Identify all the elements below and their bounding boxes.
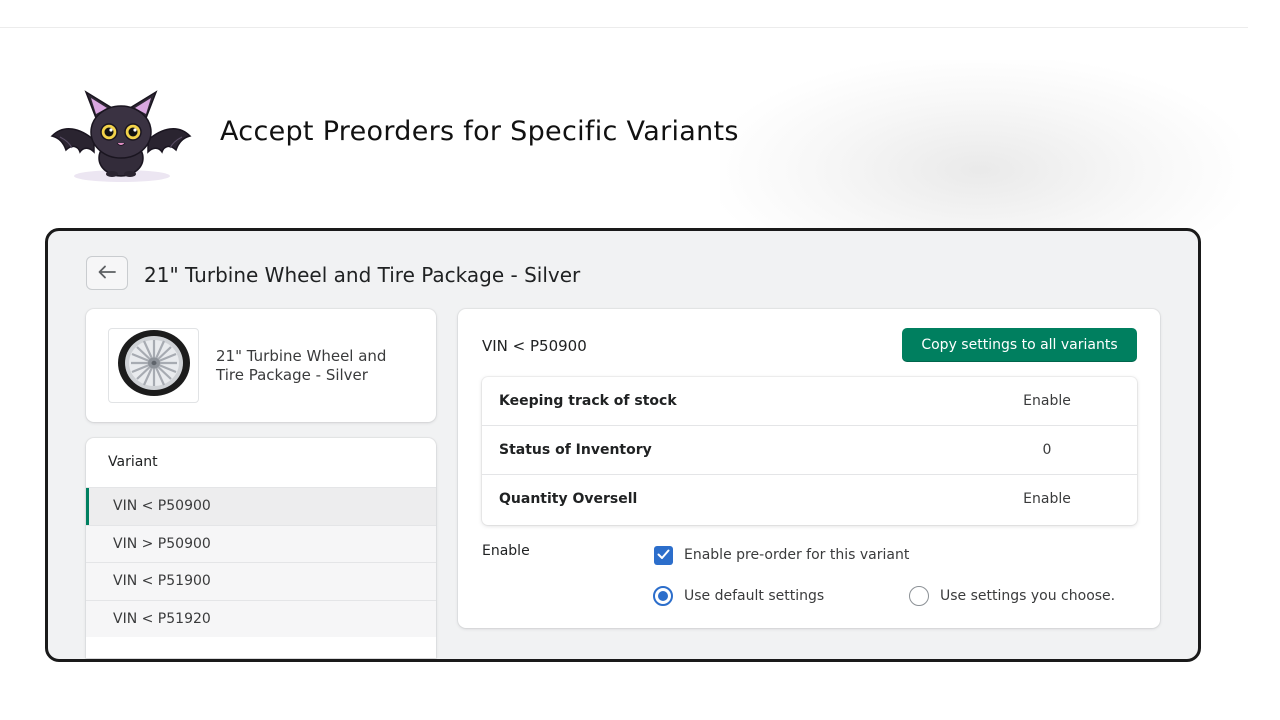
- info-key: Quantity Oversell: [499, 491, 638, 507]
- default-settings-radio[interactable]: [653, 586, 673, 606]
- info-row: Status of Inventory 0: [482, 426, 1137, 475]
- product-thumbnail: [108, 328, 199, 403]
- checkmark-icon: [657, 547, 670, 565]
- info-value: Enable: [1023, 491, 1071, 507]
- inventory-info-table: Keeping track of stock Enable Status of …: [482, 377, 1137, 525]
- top-divider: [0, 27, 1248, 28]
- back-button[interactable]: [86, 256, 128, 290]
- page-title: 21" Turbine Wheel and Tire Package - Sil…: [144, 263, 581, 287]
- custom-settings-radio[interactable]: [909, 586, 929, 606]
- bat-mascot-icon: [50, 88, 192, 188]
- variant-list: VIN < P50900 VIN > P50900 VIN < P51900 V…: [86, 487, 436, 637]
- preorder-checkbox-label[interactable]: Enable pre-order for this variant: [684, 547, 909, 563]
- info-key: Keeping track of stock: [499, 393, 677, 409]
- variant-item[interactable]: VIN < P51900: [86, 562, 436, 600]
- default-settings-label[interactable]: Use default settings: [684, 588, 824, 604]
- variant-item[interactable]: VIN < P50900: [86, 487, 436, 525]
- wheel-icon: [116, 329, 192, 402]
- arrow-left-icon: [98, 265, 116, 282]
- product-card: 21" Turbine Wheel and Tire Package - Sil…: [86, 309, 436, 422]
- info-row: Keeping track of stock Enable: [482, 377, 1137, 426]
- info-row: Quantity Oversell Enable: [482, 475, 1137, 524]
- selected-variant-label: VIN < P50900: [482, 337, 587, 355]
- variant-item[interactable]: VIN < P51920: [86, 599, 436, 637]
- info-value: Enable: [1023, 393, 1071, 409]
- page-headline: Accept Preorders for Specific Variants: [220, 116, 739, 147]
- info-value: 0: [1042, 442, 1052, 458]
- variant-settings-card: VIN < P50900 Copy settings to all varian…: [458, 309, 1160, 628]
- enable-section-label: Enable: [482, 543, 530, 559]
- variant-card: Variant VIN < P50900 VIN > P50900 VIN < …: [86, 438, 436, 658]
- preorder-checkbox[interactable]: [654, 546, 673, 565]
- info-key: Status of Inventory: [499, 442, 652, 458]
- custom-settings-label[interactable]: Use settings you choose.: [940, 588, 1115, 604]
- product-name: 21" Turbine Wheel and Tire Package - Sil…: [216, 347, 387, 384]
- variant-item[interactable]: VIN > P50900: [86, 524, 436, 562]
- variant-list-header: Variant: [108, 454, 158, 470]
- copy-settings-button[interactable]: Copy settings to all variants: [902, 328, 1137, 362]
- app-window: 21" Turbine Wheel and Tire Package - Sil…: [45, 228, 1201, 662]
